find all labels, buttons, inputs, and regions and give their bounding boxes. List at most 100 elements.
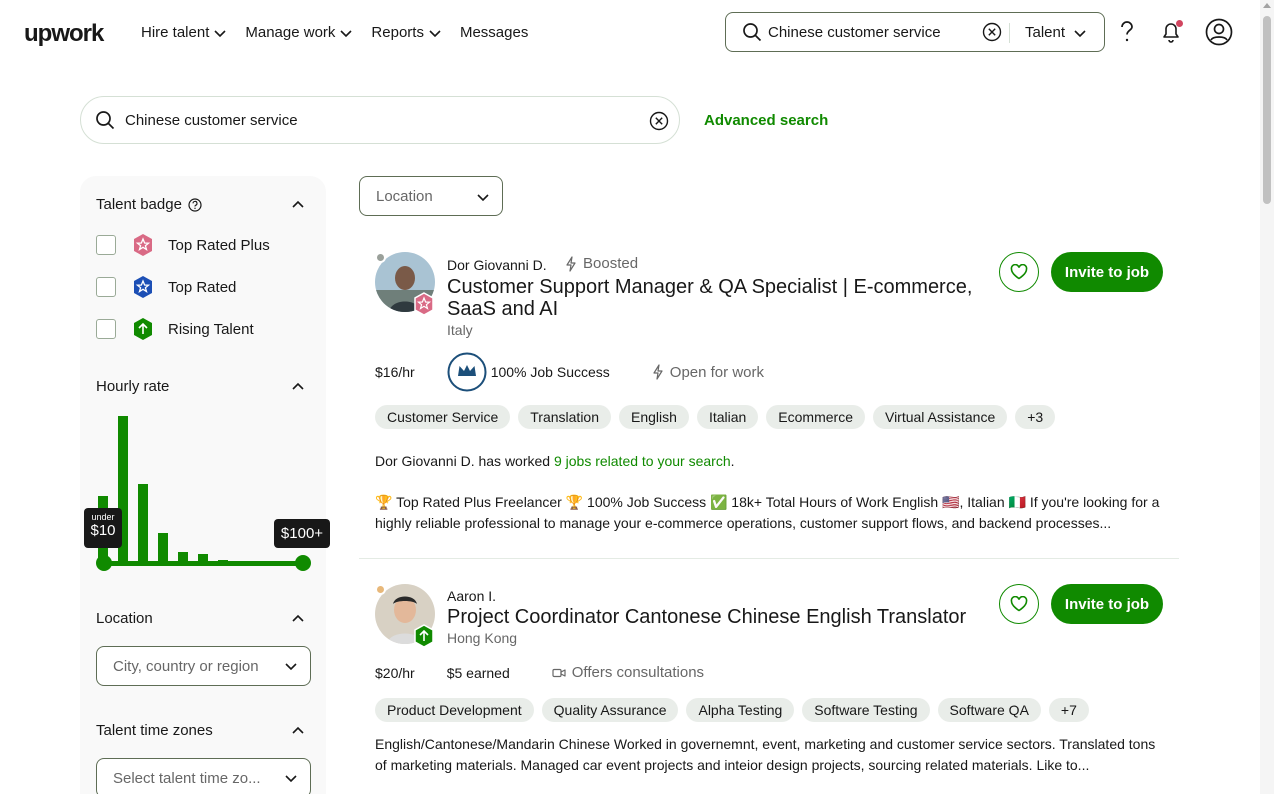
freelancer-country: Italy — [447, 322, 473, 338]
skill-chip[interactable]: Software QA — [937, 698, 1041, 722]
histogram-bar — [158, 533, 168, 564]
hourly-rate: $16/hr — [375, 364, 415, 380]
related-jobs-prefix: Dor Giovanni D. has worked — [375, 453, 554, 469]
freelancer-description: 🏆 Top Rated Plus Freelancer 🏆 100% Job S… — [375, 494, 1160, 531]
rising-talent-badge-icon — [134, 318, 152, 340]
clear-search-icon[interactable] — [649, 111, 669, 131]
max-rate-value: $100+ — [280, 525, 324, 542]
skill-chip[interactable]: Quality Assurance — [541, 698, 679, 722]
time-zone-select[interactable]: Select talent time zo... — [96, 758, 311, 794]
min-rate-value: $10 — [90, 522, 116, 539]
collapse-chevron-up-icon[interactable] — [291, 198, 305, 212]
badge-option-label: Top Rated — [168, 278, 237, 296]
freelancer-name[interactable]: Dor Giovanni D. — [447, 257, 547, 273]
rate-slider-min-handle[interactable] — [96, 555, 112, 571]
availability-text: Open for work — [669, 363, 764, 381]
lightning-icon — [566, 255, 576, 272]
badge-option-rising-talent[interactable]: Rising Talent — [96, 317, 254, 341]
job-success-crown-icon — [447, 352, 487, 392]
main-nav: Hire talent Manage work Reports Messages — [141, 24, 546, 41]
filter-title-text: Talent time zones — [96, 722, 213, 739]
invite-to-job-button[interactable]: Invite to job — [1051, 584, 1163, 624]
skill-chip[interactable]: Virtual Assistance — [872, 405, 1008, 429]
top-rated-plus-badge-icon — [414, 292, 434, 316]
freelancer-meta: $20/hr $5 earned Offers consultations — [375, 664, 704, 681]
more-skills-chip[interactable]: +7 — [1048, 698, 1089, 722]
min-rate-tooltip: under $10 — [84, 508, 122, 548]
clear-search-icon[interactable] — [982, 22, 1002, 42]
nav-hire-talent[interactable]: Hire talent — [141, 24, 227, 41]
header-search-input[interactable]: Chinese customer service — [768, 24, 978, 41]
info-icon[interactable] — [188, 197, 202, 212]
chevron-down-icon — [285, 775, 297, 783]
collapse-chevron-up-icon[interactable] — [291, 724, 305, 738]
checkbox[interactable] — [96, 319, 116, 339]
nav-manage-work[interactable]: Manage work — [245, 24, 353, 41]
heart-icon — [1010, 596, 1028, 612]
availability-status: Open for work — [652, 364, 764, 381]
checkbox[interactable] — [96, 277, 116, 297]
related-jobs-link[interactable]: 9 jobs related to your search — [554, 453, 731, 469]
freelancer-card[interactable]: Dor Giovanni D. Boosted Customer Support… — [359, 240, 1179, 558]
main-search-bar[interactable]: Chinese customer service — [80, 96, 680, 144]
collapse-chevron-up-icon[interactable] — [291, 380, 305, 394]
chevron-down-icon — [477, 194, 489, 202]
checkbox[interactable] — [96, 235, 116, 255]
nav-label: Manage work — [245, 24, 336, 41]
skill-chip[interactable]: Alpha Testing — [686, 698, 795, 722]
freelancer-name[interactable]: Aaron I. — [447, 588, 496, 604]
more-skills-chip[interactable]: +3 — [1015, 405, 1056, 429]
freelancer-title[interactable]: Project Coordinator Cantonese Chinese En… — [447, 606, 992, 628]
user-avatar-icon[interactable] — [1205, 18, 1233, 46]
freelancer-meta: $16/hr 100% Job Success Open for work — [375, 352, 764, 392]
search-divider — [1009, 23, 1010, 43]
top-rated-badge-icon — [134, 276, 152, 298]
badge-option-top-rated-plus[interactable]: Top Rated Plus — [96, 233, 270, 257]
skill-chip[interactable]: Software Testing — [802, 698, 930, 722]
filter-title-text: Hourly rate — [96, 378, 170, 395]
skill-chip[interactable]: Ecommerce — [766, 405, 865, 429]
boosted-label: Boosted — [565, 255, 638, 272]
badge-option-top-rated[interactable]: Top Rated — [96, 275, 236, 299]
save-freelancer-button[interactable] — [999, 584, 1039, 624]
upwork-logo[interactable]: upwork — [24, 20, 104, 48]
nav-messages[interactable]: Messages — [460, 24, 528, 41]
collapse-chevron-up-icon[interactable] — [291, 612, 305, 626]
chevron-down-icon — [285, 663, 297, 671]
freelancer-card[interactable]: Aaron I. Project Coordinator Cantonese C… — [359, 572, 1179, 794]
search-scope-dropdown[interactable]: Talent — [1025, 24, 1087, 41]
invite-to-job-button[interactable]: Invite to job — [1051, 252, 1163, 292]
search-icon — [743, 23, 762, 42]
heart-icon — [1010, 264, 1028, 280]
freelancer-title[interactable]: Customer Support Manager & QA Specialist… — [447, 276, 992, 320]
total-earned: $5 earned — [446, 664, 510, 681]
save-freelancer-button[interactable] — [999, 252, 1039, 292]
rate-slider-max-handle[interactable] — [295, 555, 311, 571]
skill-chip[interactable]: English — [619, 405, 689, 429]
skill-chip[interactable]: Customer Service — [375, 405, 511, 429]
time-zone-select-placeholder: Select talent time zo... — [113, 769, 261, 787]
boosted-text: Boosted — [583, 255, 639, 272]
help-icon[interactable] — [1116, 20, 1138, 44]
nav-label: Hire talent — [141, 24, 210, 41]
skill-chip[interactable]: Italian — [696, 405, 759, 429]
top-header: upwork Hire talent Manage work Reports M… — [0, 0, 1260, 64]
advanced-search-link[interactable]: Advanced search — [704, 112, 828, 129]
main-search-input[interactable]: Chinese customer service — [125, 112, 298, 129]
hourly-rate: $20/hr — [375, 664, 415, 681]
skill-chip[interactable]: Translation — [518, 405, 612, 429]
location-select[interactable]: City, country or region — [96, 646, 311, 686]
scroll-up-arrow-icon[interactable] — [1263, 3, 1271, 8]
header-search-bar[interactable]: Chinese customer service Talent — [725, 12, 1105, 52]
search-icon — [96, 111, 115, 130]
freelancer-country: Hong Kong — [447, 630, 518, 646]
page-scrollbar[interactable] — [1260, 0, 1274, 794]
badge-option-label: Top Rated Plus — [168, 236, 270, 254]
location-filter-dropdown[interactable]: Location — [359, 176, 503, 216]
job-success-text: 100% Job Success — [490, 364, 610, 380]
nav-reports[interactable]: Reports — [371, 24, 442, 41]
scrollbar-thumb[interactable] — [1263, 16, 1271, 204]
rate-slider-track[interactable] — [100, 561, 306, 566]
chevron-down-icon — [340, 29, 352, 37]
skill-chip[interactable]: Product Development — [375, 698, 534, 722]
